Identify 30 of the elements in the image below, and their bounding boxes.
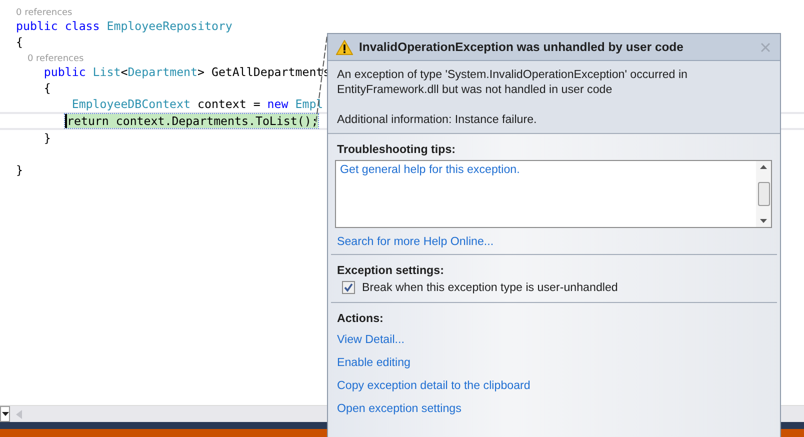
popup-title: InvalidOperationException was unhandled by user code [359,40,684,54]
action-link[interactable]: Enable editing [337,356,410,369]
action-link[interactable]: Open exception settings [337,402,462,415]
checkbox-label: Break when this exception type is user-unhandled [362,281,618,294]
code-lens[interactable]: 0 references [16,8,72,18]
additional-info: Additional information: Instance failure. [337,112,538,127]
action-link[interactable]: View Detail... [337,333,404,346]
warning-icon [336,40,353,54]
code-line: EmployeeDBContext context = new Empl [70,97,324,111]
search-help-link[interactable]: Search for more Help Online... [337,235,494,248]
section-heading: Actions: [337,312,384,325]
exception-message: An exception of type 'System.InvalidOperationException' occurred in EntityFramework.dll but was not handled in user code [337,67,688,97]
code-line: public class EmployeeRepository [16,19,232,33]
caret-icon [2,412,8,416]
scroll-down-icon[interactable] [760,219,767,223]
scroll-thumb[interactable] [758,182,770,206]
action-link[interactable]: Copy exception detail to the clipboard [337,379,530,392]
section-heading: Troubleshooting tips: [337,143,457,156]
code-line: } [16,163,23,177]
scroll-up-icon[interactable] [760,165,767,169]
section-heading: Exception settings: [337,264,445,277]
help-link[interactable]: Get general help for this exception. [340,163,520,176]
code-line: { [42,81,51,95]
code-lens[interactable]: 0 references [16,54,84,64]
checkbox[interactable] [342,281,355,294]
code-line: { [16,35,23,49]
vertical-scrollbar[interactable] [756,161,771,227]
code-line: } [42,131,51,145]
code-line: public List<Department> GetAllDepartments [42,65,330,79]
dropdown-button[interactable] [0,406,10,422]
